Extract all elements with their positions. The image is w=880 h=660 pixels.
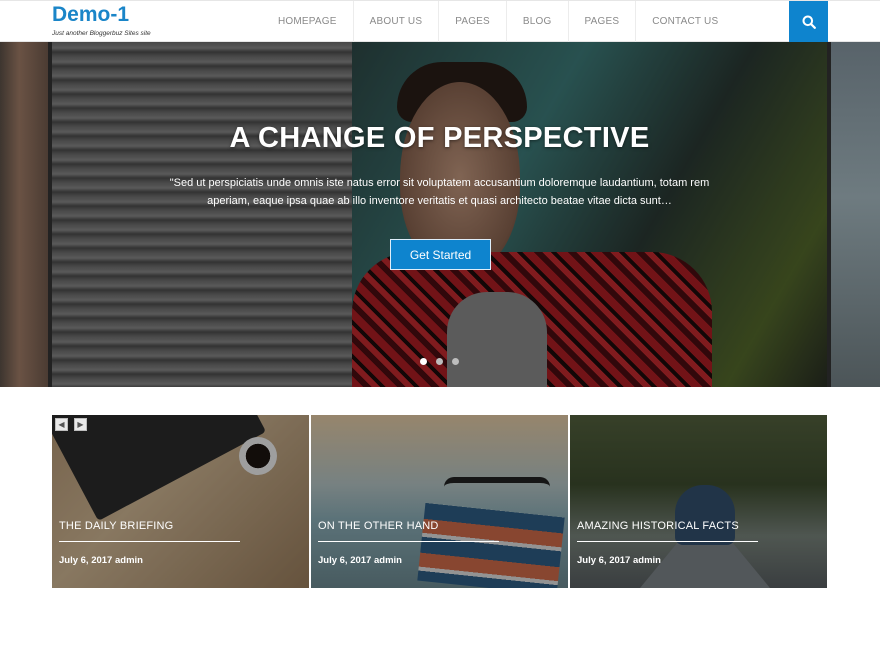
featured-card[interactable]: ON THE OTHER HAND July 6, 2017 admin <box>311 415 568 588</box>
nav-item-pages[interactable]: PAGES <box>438 1 506 43</box>
brand[interactable]: Demo-1 Just another Bloggerbuz Sites sit… <box>52 3 151 37</box>
get-started-button[interactable]: Get Started <box>390 239 491 270</box>
card-divider <box>577 541 758 542</box>
search-icon <box>802 15 816 29</box>
search-button[interactable] <box>789 1 828 43</box>
hero-text: "Sed ut perspiciatis unde omnis iste nat… <box>169 177 710 207</box>
card-meta: July 6, 2017 admin <box>59 555 143 566</box>
chevron-right-icon: ▶ <box>77 420 84 429</box>
hero-slider: A CHANGE OF PERSPECTIVE "Sed ut perspici… <box>0 42 880 387</box>
nav-item-blog[interactable]: BLOG <box>505 1 568 43</box>
nav-item-contact-us[interactable]: CONTACT US <box>635 1 734 43</box>
featured-card[interactable]: ◀ ▶ THE DAILY BRIEFING July 6, 2017 admi… <box>52 415 309 588</box>
card-meta: July 6, 2017 admin <box>318 555 402 566</box>
hero-slide: A CHANGE OF PERSPECTIVE "Sed ut perspici… <box>52 42 827 387</box>
nav-item-homepage[interactable]: HOMEPAGE <box>262 1 353 43</box>
site-title[interactable]: Demo-1 <box>52 3 151 27</box>
nav-item-about-us[interactable]: ABOUT US <box>352 1 439 43</box>
slider-dots <box>420 358 459 365</box>
featured-card[interactable]: AMAZING HISTORICAL FACTS July 6, 2017 ad… <box>570 415 827 588</box>
card-divider <box>59 541 240 542</box>
nav-item-pages-2[interactable]: PAGES <box>567 1 636 43</box>
slider-dot-1[interactable] <box>420 358 427 365</box>
slider-dot-2[interactable] <box>436 358 443 365</box>
card-title[interactable]: AMAZING HISTORICAL FACTS <box>577 520 739 532</box>
hero-title: A CHANGE OF PERSPECTIVE <box>229 122 650 154</box>
site-header: Demo-1 Just another Bloggerbuz Sites sit… <box>0 0 880 43</box>
hero-overlay <box>52 42 827 387</box>
featured-posts: ◀ ▶ THE DAILY BRIEFING July 6, 2017 admi… <box>52 415 828 588</box>
next-slide-preview[interactable] <box>831 42 880 387</box>
main-nav: HOMEPAGE ABOUT US PAGES BLOG PAGES CONTA… <box>262 1 734 43</box>
carousel-prev-button[interactable]: ◀ <box>55 418 68 431</box>
chevron-left-icon: ◀ <box>58 420 65 429</box>
slider-dot-3[interactable] <box>452 358 459 365</box>
card-divider <box>318 541 499 542</box>
carousel-next-button[interactable]: ▶ <box>74 418 87 431</box>
card-meta: July 6, 2017 admin <box>577 555 661 566</box>
card-title[interactable]: ON THE OTHER HAND <box>318 520 439 532</box>
card-title[interactable]: THE DAILY BRIEFING <box>59 520 173 532</box>
site-tagline: Just another Bloggerbuz Sites site <box>52 30 151 37</box>
previous-slide-preview[interactable] <box>0 42 48 387</box>
